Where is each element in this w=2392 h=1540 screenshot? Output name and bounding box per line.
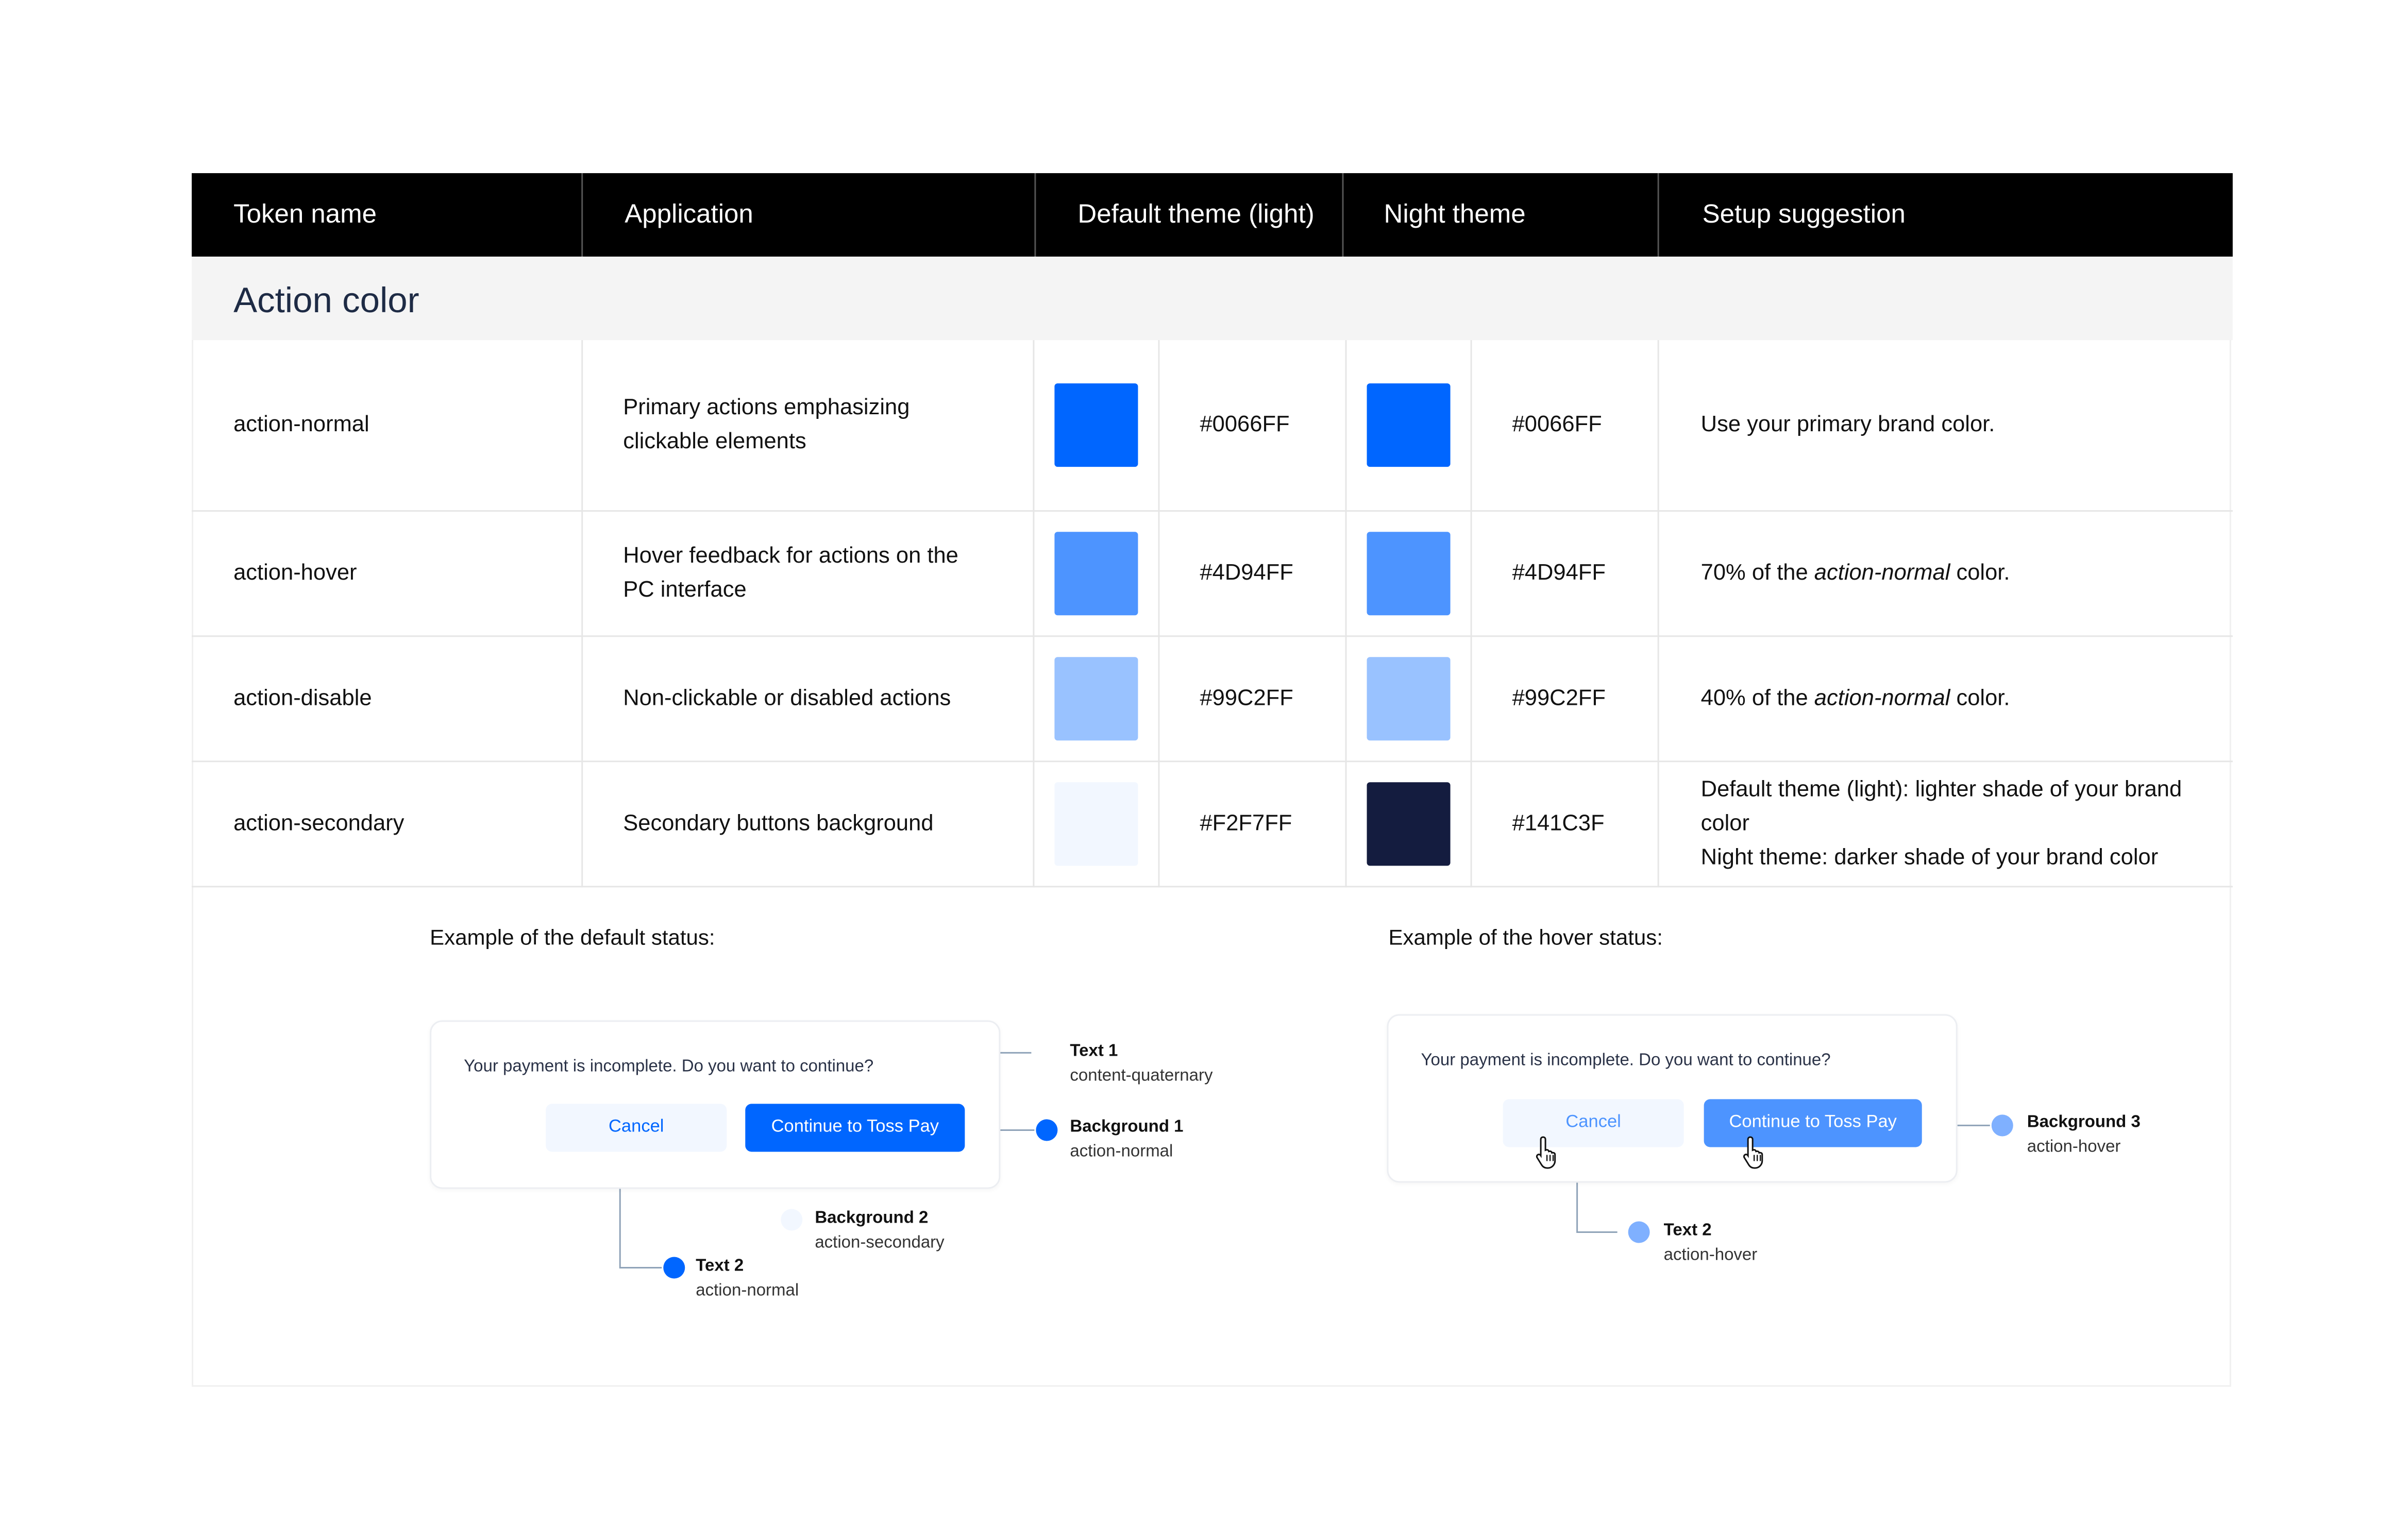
application-text: Non-clickable or disabled actions	[623, 686, 951, 712]
section-row: Action color	[192, 257, 2233, 341]
color-swatch	[1054, 657, 1138, 741]
pointer-cursor-icon	[1536, 1136, 1556, 1169]
header-application: Application	[625, 199, 753, 229]
continue-button-hover[interactable]: Continue to Toss Pay	[1704, 1099, 1922, 1147]
dialog-message: Your payment is incomplete. Do you want …	[1421, 1051, 1831, 1070]
color-dot	[781, 1209, 803, 1231]
annotation-text2-title: Text 2	[696, 1257, 744, 1276]
example-default-label: Example of the default status:	[430, 924, 715, 950]
hex-value: #0066FF	[1512, 413, 1602, 438]
annotation-bg3-title: Background 3	[2027, 1113, 2141, 1132]
color-swatch	[1054, 383, 1138, 467]
token-name: action-disable	[233, 686, 372, 712]
token-name: action-normal	[233, 413, 369, 438]
setup-suggestion: Default theme (light): lighter shade of …	[1700, 777, 2182, 871]
header-setup-suggestion: Setup suggestion	[1702, 199, 1906, 229]
color-dot	[663, 1257, 685, 1279]
cancel-button[interactable]: Cancel	[546, 1104, 727, 1152]
annotation-bg1-sub: action-normal	[1070, 1142, 1173, 1161]
continue-button[interactable]: Continue to Toss Pay	[745, 1104, 965, 1152]
pointer-cursor-icon	[1743, 1136, 1763, 1169]
hex-value: #F2F7FF	[1200, 811, 1292, 837]
color-swatch	[1367, 383, 1451, 467]
application-text: Secondary buttons background	[623, 811, 934, 837]
cancel-button-hover[interactable]: Cancel	[1503, 1099, 1684, 1147]
application-text: Hover feedback for actions on the PC int…	[623, 544, 958, 603]
annotation-bg2-sub: action-secondary	[815, 1233, 945, 1253]
setup-suggestion: 40% of the action-normal color.	[1700, 686, 2010, 712]
dialog-message: Your payment is incomplete. Do you want …	[464, 1057, 874, 1076]
annotation-text2-hover-title: Text 2	[1663, 1221, 1712, 1240]
table-header: Token name Application Default theme (li…	[192, 173, 2233, 257]
dialog-card-hover: Your payment is incomplete. Do you want …	[1387, 1014, 1958, 1183]
color-swatch	[1054, 532, 1138, 616]
setup-suggestion: Use your primary brand color.	[1700, 413, 1995, 438]
hex-value: #99C2FF	[1200, 686, 1293, 712]
annotation-text2-hover-sub: action-hover	[1663, 1246, 1758, 1265]
color-dot	[1991, 1114, 2013, 1137]
color-swatch	[1367, 532, 1451, 616]
color-dot	[1628, 1221, 1650, 1243]
token-name: action-secondary	[233, 811, 405, 837]
token-name: action-hover	[233, 561, 357, 586]
color-dot	[1036, 1119, 1058, 1141]
header-night-theme: Night theme	[1384, 199, 1526, 229]
annotation-text1-sub: content-quaternary	[1070, 1067, 1213, 1086]
setup-suggestion: 70% of the action-normal color.	[1700, 561, 2010, 586]
hex-value: #4D94FF	[1200, 561, 1293, 586]
header-token-name: Token name	[233, 199, 377, 229]
annotation-text2-sub: action-normal	[696, 1281, 799, 1300]
hex-value: #0066FF	[1200, 413, 1290, 438]
section-title: Action color	[233, 280, 419, 320]
color-swatch	[1367, 782, 1451, 866]
application-text: Primary actions emphasizing clickable el…	[623, 396, 910, 455]
annotation-bg2-title: Background 2	[815, 1209, 929, 1228]
hex-value: #141C3F	[1512, 811, 1605, 837]
header-default-theme: Default theme (light)	[1077, 199, 1315, 229]
annotation-bg3-sub: action-hover	[2027, 1138, 2121, 1157]
hex-value: #4D94FF	[1512, 561, 1606, 586]
color-swatch	[1367, 657, 1451, 741]
annotation-bg1-title: Background 1	[1070, 1118, 1184, 1137]
color-swatch	[1054, 782, 1138, 866]
example-hover-label: Example of the hover status:	[1388, 924, 1663, 950]
annotation-text1-title: Text 1	[1070, 1042, 1118, 1061]
hex-value: #99C2FF	[1512, 686, 1606, 712]
